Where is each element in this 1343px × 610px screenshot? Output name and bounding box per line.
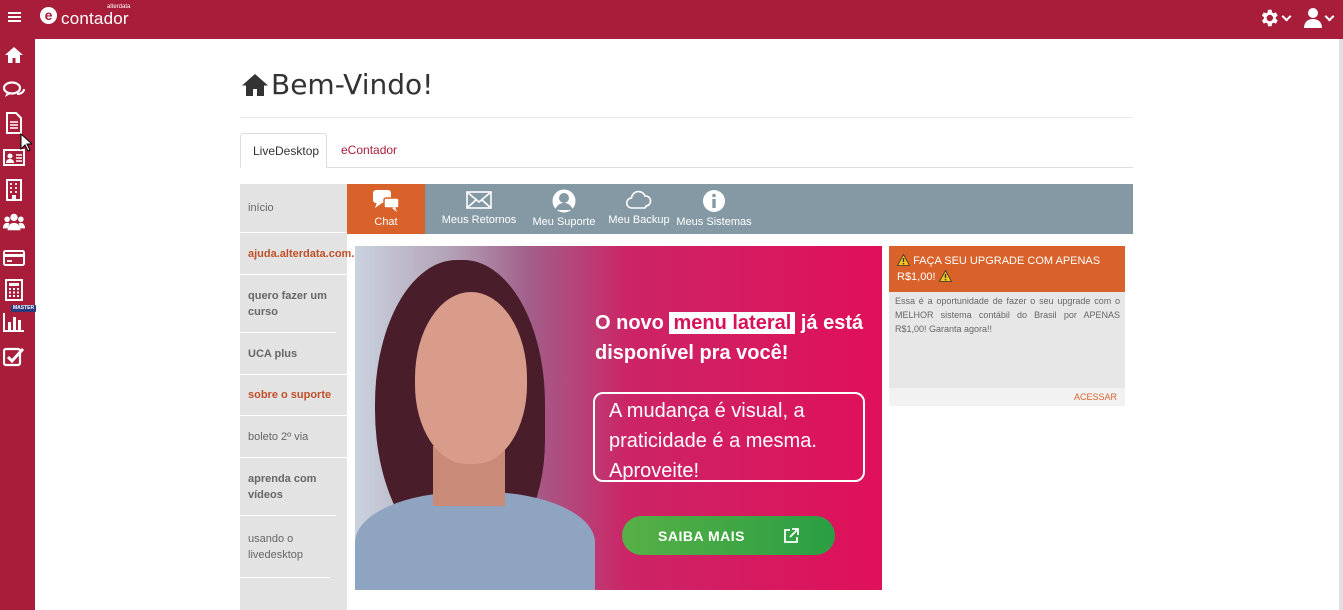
meu-backup-label: Meu Backup: [608, 214, 670, 226]
side-menu-item-aprenda-videos[interactable]: aprenda com vídeos: [240, 458, 336, 516]
side-menu-item-usando-livedesktop[interactable]: usando o livedesktop: [240, 516, 330, 578]
page-title: Bem-Vindo!: [241, 68, 433, 101]
acessar-link[interactable]: ACESSAR: [1074, 392, 1117, 402]
meu-suporte-button[interactable]: Meu Suporte: [531, 184, 597, 234]
document-icon[interactable]: [3, 112, 25, 134]
banner-box-line3: Aproveite!: [609, 460, 700, 482]
cloud-icon: [625, 190, 652, 209]
chat-icon[interactable]: [3, 79, 25, 101]
logo-superscript: alterdata: [107, 4, 131, 10]
title-divider: [240, 117, 1133, 118]
upgrade-card-title: FAÇA SEU UPGRADE COM APENAS R$1,00!: [897, 255, 1101, 283]
bar-chart-icon[interactable]: [3, 311, 25, 333]
meus-sistemas-label: Meus Sistemas: [676, 216, 752, 228]
banner-headline-highlight: menu lateral: [669, 312, 796, 334]
meu-suporte-label: Meu Suporte: [532, 216, 596, 228]
logo-text: contador: [61, 9, 129, 28]
banner-photo-body: [355, 492, 595, 590]
banner-headline: O novo menu lateral já está disponível p…: [595, 308, 870, 368]
warning-icon: [938, 270, 952, 282]
side-menu-item-uca-plus[interactable]: UCA plus: [240, 333, 347, 375]
banner-box-line1: A mudança é visual, a: [609, 400, 805, 422]
external-link-icon: [784, 527, 799, 543]
home-icon: [242, 73, 268, 96]
side-menu: início ajuda.alterdata.com. quero fazer …: [240, 184, 354, 610]
banner-message-box: A mudança é visual, a praticidade é a me…: [593, 392, 865, 482]
gear-icon: [1261, 9, 1278, 27]
meus-sistemas-button[interactable]: Meus Sistemas: [676, 184, 752, 234]
page-title-text: Bem-Vindo!: [271, 68, 434, 101]
checklist-icon[interactable]: [3, 346, 25, 368]
tab-livedesktop[interactable]: LiveDesktop: [240, 133, 327, 168]
meus-retornos-label: Meus Retornos: [441, 214, 517, 226]
left-rail: MASTER: [0, 39, 37, 610]
home-icon[interactable]: [3, 44, 25, 66]
hamburger-icon[interactable]: [8, 12, 21, 23]
chevron-down-icon: [1324, 11, 1335, 22]
info-icon: [703, 190, 725, 212]
settings-menu[interactable]: [1258, 7, 1292, 29]
tab-econtador[interactable]: eContador: [329, 133, 409, 168]
meus-retornos-button[interactable]: Meus Retornos: [439, 184, 519, 234]
chevron-down-icon: [1281, 11, 1292, 22]
saiba-mais-label: SAIBA MAIS: [658, 527, 745, 544]
chat-bubbles-icon: [373, 190, 400, 212]
calculator-icon[interactable]: [3, 279, 25, 301]
building-icon[interactable]: [3, 179, 25, 201]
side-menu-item-ajuda[interactable]: ajuda.alterdata.com.: [240, 233, 354, 275]
user-menu[interactable]: [1303, 7, 1335, 29]
upgrade-card-header: FAÇA SEU UPGRADE COM APENAS R$1,00!: [889, 246, 1125, 292]
tab-bar: LiveDesktop eContador: [240, 133, 1133, 168]
side-menu-item-boleto[interactable]: boleto 2º via: [240, 416, 347, 458]
warning-icon: [897, 254, 910, 266]
chat-label: Chat: [374, 216, 398, 228]
logo-letter: e: [40, 7, 57, 24]
side-menu-item-curso[interactable]: quero fazer um curso: [240, 275, 336, 333]
top-bar: e contador alterdata: [0, 0, 1343, 39]
envelope-icon: [466, 191, 492, 209]
promo-banner[interactable]: O novo menu lateral já está disponível p…: [355, 246, 882, 590]
side-menu-item-sobre-suporte[interactable]: sobre o suporte: [240, 375, 347, 416]
scrollbar[interactable]: [1339, 39, 1343, 610]
banner-photo-face: [415, 292, 527, 464]
banner-headline-pre: O novo: [595, 312, 664, 334]
master-badge: MASTER: [11, 305, 37, 312]
mouse-cursor-icon: [20, 133, 32, 152]
saiba-mais-button[interactable]: SAIBA MAIS: [622, 516, 835, 555]
meu-backup-button[interactable]: Meu Backup: [607, 184, 671, 234]
user-icon: [1304, 8, 1322, 28]
upgrade-card: FAÇA SEU UPGRADE COM APENAS R$1,00! Essa…: [889, 246, 1125, 406]
support-person-icon: [552, 189, 576, 213]
users-icon[interactable]: [3, 211, 25, 233]
chat-button[interactable]: Chat: [347, 184, 425, 234]
credit-card-icon[interactable]: [3, 247, 25, 269]
side-menu-item-inicio[interactable]: início: [240, 184, 347, 233]
banner-box-line2: praticidade é a mesma.: [609, 430, 817, 452]
upgrade-card-text: Essa é a oportunidade de fazer o seu upg…: [895, 296, 1120, 334]
upgrade-card-footer: ACESSAR: [889, 388, 1125, 406]
service-icon-bar: Chat Meus Retornos Meu Suporte Meu Backu…: [347, 184, 1133, 234]
